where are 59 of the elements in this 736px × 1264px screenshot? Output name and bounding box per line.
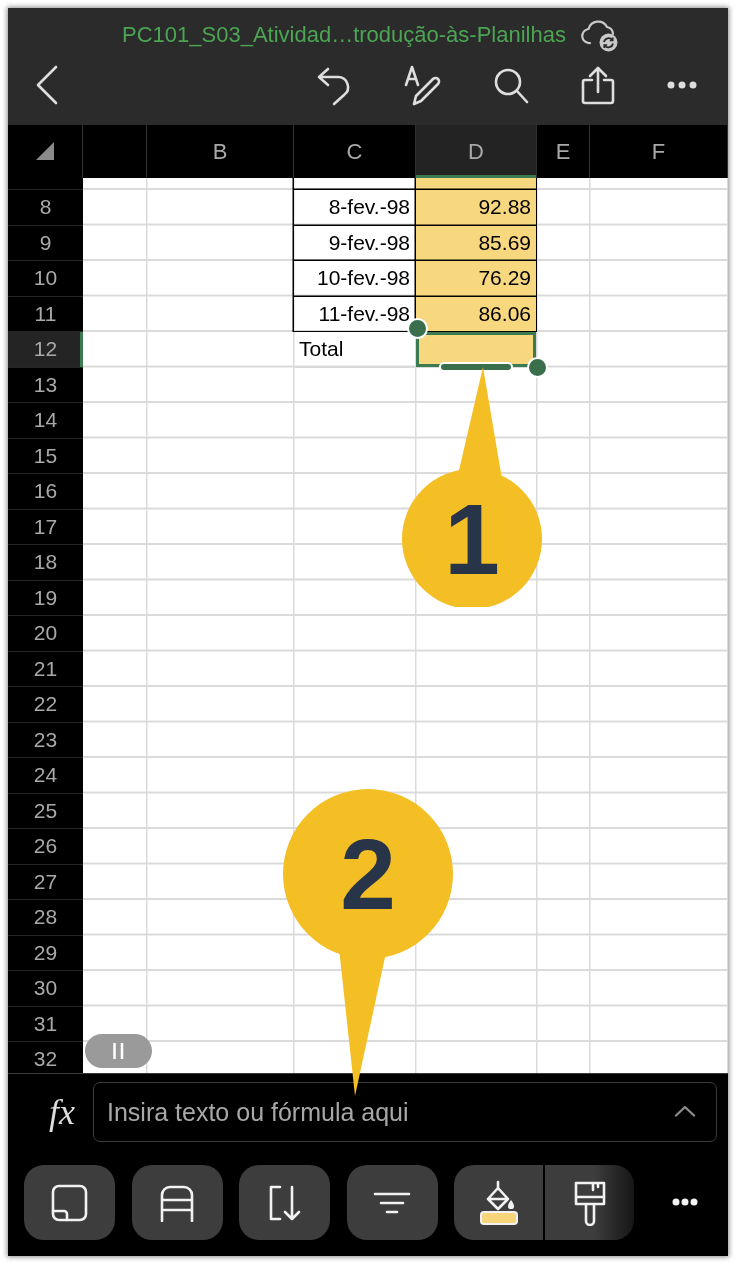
row-header[interactable]: 27 (8, 864, 83, 900)
row-header[interactable]: 15 (8, 438, 83, 474)
back-icon[interactable] (35, 64, 59, 106)
drag-handle[interactable] (439, 362, 513, 372)
function-button[interactable]: fx (38, 1094, 86, 1130)
row-header[interactable]: 23 (8, 722, 83, 758)
selection-handle[interactable] (527, 357, 548, 378)
table-cell: 85.69 (416, 225, 537, 261)
toolbar-button[interactable] (24, 1165, 115, 1240)
search-icon[interactable] (493, 66, 529, 104)
row-header[interactable]: 28 (8, 900, 83, 936)
row-header[interactable]: 30 (8, 971, 83, 1007)
row-header[interactable]: 26 (8, 829, 83, 865)
callout-number: 1 (444, 489, 500, 589)
toolbar-button[interactable] (545, 1165, 634, 1240)
row-header[interactable]: 29 (8, 935, 83, 971)
sort-icon (267, 1183, 302, 1222)
note-icon (51, 1183, 88, 1222)
toolbar-button[interactable] (454, 1165, 543, 1240)
row-header[interactable]: 25 (8, 793, 83, 829)
chevron-up-icon[interactable] (674, 1105, 696, 1117)
row-header[interactable]: 21 (8, 651, 83, 687)
corner-triangle-icon[interactable] (36, 142, 54, 160)
row-header[interactable]: 12 (8, 332, 83, 368)
toolbar-button[interactable] (131, 1165, 223, 1240)
column-header[interactable]: D (416, 125, 537, 178)
row-header[interactable]: 13 (8, 367, 83, 403)
row-header[interactable]: 10 (8, 261, 83, 297)
row-header[interactable]: 9 (8, 225, 83, 261)
row-header[interactable]: 22 (8, 687, 83, 723)
table-cell: 86.06 (416, 296, 537, 332)
table-cell: 76.29 (416, 261, 537, 297)
paint-bucket-icon (477, 1179, 520, 1226)
more-icon[interactable] (667, 81, 697, 89)
row-header[interactable]: 11 (8, 296, 83, 332)
cloud-sync-icon[interactable] (579, 18, 620, 52)
share-icon[interactable] (580, 64, 616, 106)
row-header[interactable]: 8 (8, 190, 83, 226)
row-header[interactable]: 24 (8, 758, 83, 794)
row-header[interactable]: 31 (8, 1006, 83, 1042)
table-cell: 92.88 (416, 190, 537, 226)
selection-handle[interactable] (407, 318, 428, 339)
row-header[interactable]: 18 (8, 545, 83, 581)
row-header[interactable]: 16 (8, 474, 83, 510)
row-header[interactable]: 14 (8, 403, 83, 439)
row-header[interactable]: 20 (8, 616, 83, 652)
formula-input[interactable]: Insira texto ou fórmula aqui (93, 1082, 717, 1142)
filter-icon (373, 1190, 411, 1215)
toolbar-button[interactable] (239, 1165, 330, 1240)
toolbar-button[interactable] (346, 1165, 438, 1240)
row-header[interactable]: 19 (8, 580, 83, 616)
document-title: PC101_S03_Atividad…trodução-às-Planilhas (122, 21, 566, 49)
more-icon[interactable] (671, 1198, 698, 1206)
row-header[interactable]: 32 (8, 1042, 83, 1073)
letter-pencil-icon[interactable] (404, 64, 442, 106)
row-header[interactable]: 17 (8, 509, 83, 545)
callout-number: 2 (340, 824, 396, 924)
rows-icon (159, 1183, 195, 1222)
scroll-handle[interactable] (85, 1034, 152, 1068)
